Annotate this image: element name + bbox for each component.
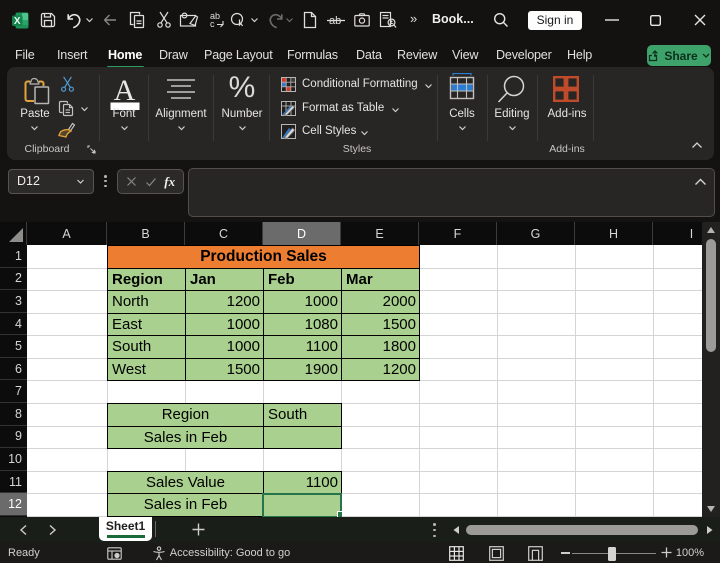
svg-text:X: X [14, 16, 21, 27]
svg-text:A: A [114, 75, 136, 107]
svg-text:c: c [210, 19, 215, 29]
